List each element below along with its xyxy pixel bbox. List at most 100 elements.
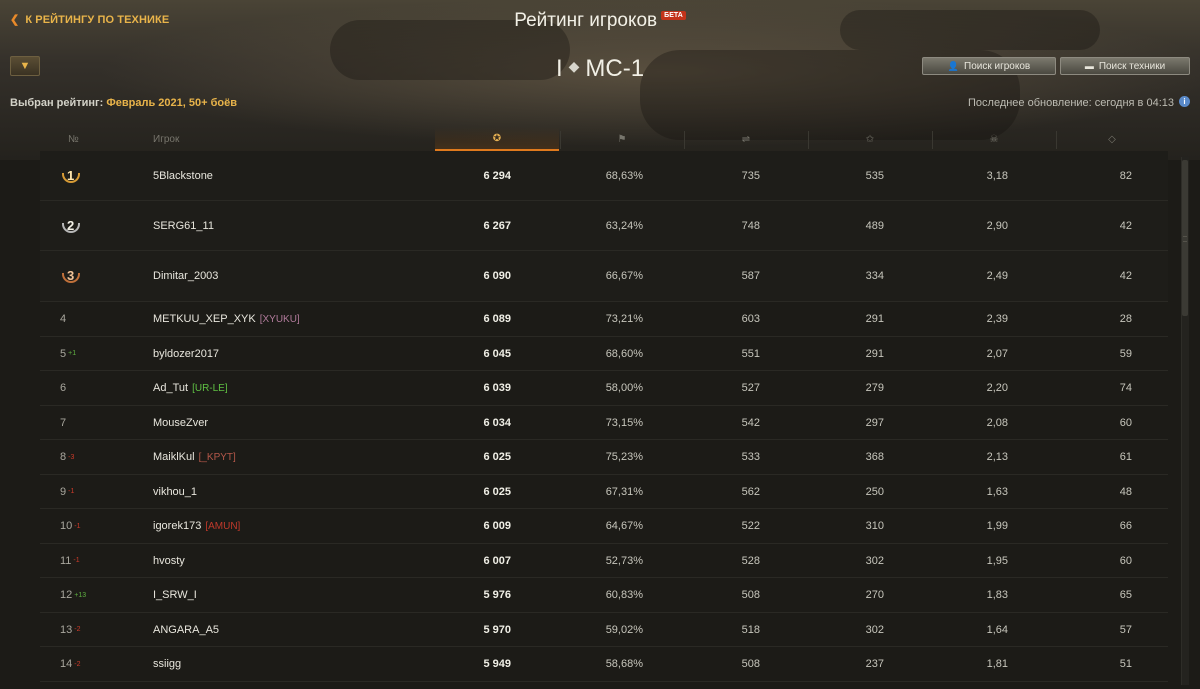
damage-value: 587 <box>741 270 760 282</box>
clan-tag[interactable]: [_KPYT] <box>199 452 236 463</box>
column-damage-sort[interactable]: ⇌ <box>684 127 808 151</box>
rating-value: 6 267 <box>483 219 511 232</box>
rank-cell: 3 <box>60 251 100 301</box>
table-row[interactable]: 4 METKUU_XEP_XYK [XYUKU] 6 089 73,21% 603 291 2… <box>40 302 1168 337</box>
column-rank: № <box>68 133 79 145</box>
spotted-value: 57 <box>1119 623 1132 636</box>
table-row[interactable]: 1 5Blackstone 6 294 68,63% 735 535 3,18 82 <box>40 151 1168 201</box>
rank-cell: 6 <box>60 371 100 405</box>
player-name[interactable]: MaiklKul <box>153 451 195 463</box>
win-rate-value: 68,63% <box>605 169 643 182</box>
table-row[interactable]: 5 +1 byldozer2017 6 045 68,60% 551 291 2,07 59 <box>40 337 1168 371</box>
rating-value: 5 976 <box>483 589 511 601</box>
rank-number: 13 <box>60 623 73 636</box>
player-name[interactable]: ANGARA_A5 <box>153 624 219 636</box>
rating-value: 5 970 <box>483 623 511 636</box>
damage-icon: ⇌ <box>741 133 751 145</box>
rank-cell: 5 +1 <box>60 337 100 370</box>
rank-number: 5 <box>60 347 67 360</box>
win-rate-value: 59,02% <box>605 623 643 636</box>
table-row[interactable]: 8 -3 MaiklKul [_KPYT] 6 025 75,23% 533 368 2,13 6… <box>40 440 1168 475</box>
player-cell: hvosty <box>153 544 473 577</box>
table-row[interactable]: 2 SERG61_11 6 267 63,24% 748 489 2,90 42 <box>40 201 1168 251</box>
table-row[interactable]: 6 Ad_Tut [UR-LE] 6 039 58,00% 527 279 2,20 74 <box>40 371 1168 406</box>
column-rating-sort[interactable]: ✪ <box>435 127 559 151</box>
selected-rating-value[interactable]: Февраль 2021, 50+ боёв <box>106 97 237 109</box>
rank-cell: 12 +13 <box>60 578 100 612</box>
win-rate-value: 73,21% <box>605 313 643 325</box>
rank-medal-icon: 1 <box>62 168 80 184</box>
rank-change: -2 <box>74 660 81 668</box>
spotted-value: 60 <box>1119 554 1132 567</box>
column-wins-sort[interactable]: ⚑ <box>560 127 684 151</box>
star-icon: ✩ <box>865 133 875 145</box>
info-icon[interactable]: i <box>1179 96 1190 107</box>
player-name[interactable]: Dimitar_2003 <box>153 270 218 282</box>
player-name[interactable]: ssiigg <box>153 658 181 670</box>
win-rate-value: 68,60% <box>605 347 643 360</box>
experience-value: 368 <box>865 451 884 463</box>
rating-value: 6 034 <box>483 416 511 429</box>
player-cell: byldozer2017 <box>153 337 473 370</box>
player-name[interactable]: byldozer2017 <box>153 348 219 360</box>
player-name[interactable]: Ad_Tut <box>153 382 188 394</box>
flag-icon: ⚑ <box>617 133 627 145</box>
rank-number: 1 <box>67 167 75 183</box>
frags-value: 2,90 <box>986 219 1008 232</box>
experience-value: 302 <box>865 623 884 636</box>
player-cell: Dimitar_2003 <box>153 251 473 301</box>
clan-tag[interactable]: [AMUN] <box>205 521 240 532</box>
spotted-icon: ◇ <box>1108 133 1116 145</box>
column-player[interactable]: Игрок <box>153 127 353 151</box>
win-rate-value: 58,00% <box>605 382 643 394</box>
clan-tag[interactable]: [XYUKU] <box>260 314 300 325</box>
scrollbar-thumb[interactable] <box>1182 160 1188 316</box>
vehicle-search-button[interactable]: ▬ Поиск техники <box>1060 57 1190 75</box>
frags-value: 2,08 <box>986 416 1008 429</box>
player-name[interactable]: vikhou_1 <box>153 486 197 498</box>
clan-tag[interactable]: [UR-LE] <box>192 383 228 394</box>
player-name[interactable]: igorek173 <box>153 520 201 532</box>
table-row[interactable]: 9 -1 vikhou_1 6 025 67,31% 562 250 1,63 48 <box>40 475 1168 509</box>
spotted-value: 28 <box>1119 313 1132 325</box>
table-row[interactable]: 13 -2 ANGARA_A5 5 970 59,02% 518 302 1,64 57 <box>40 613 1168 647</box>
vehicle-search-label: Поиск техники <box>1098 60 1166 72</box>
player-name[interactable]: I_SRW_I <box>153 589 197 601</box>
column-frags-sort[interactable]: ☠ <box>932 127 1056 151</box>
table-row[interactable]: 14 -2 ssiigg 5 949 58,68% 508 237 1,81 51 <box>40 647 1168 682</box>
experience-value: 291 <box>865 313 884 325</box>
frags-value: 2,07 <box>986 347 1008 360</box>
frags-value: 1,95 <box>986 554 1008 567</box>
player-name[interactable]: 5Blackstone <box>153 170 213 182</box>
column-spotted-sort[interactable]: ◇ <box>1056 127 1168 151</box>
spotted-value: 48 <box>1119 485 1132 498</box>
win-rate-value: 64,67% <box>605 520 643 532</box>
experience-value: 302 <box>865 554 884 567</box>
rank-number: 2 <box>67 217 75 233</box>
rating-value: 6 090 <box>483 270 511 282</box>
rating-value: 6 007 <box>483 554 511 567</box>
spotted-value: 61 <box>1119 451 1132 463</box>
win-rate-value: 60,83% <box>605 589 643 601</box>
frags-value: 1,83 <box>986 589 1008 601</box>
table-row[interactable]: 12 +13 I_SRW_I 5 976 60,83% 508 270 1,83 65 <box>40 578 1168 613</box>
table-header: № Игрок ✪ ⚑ ⇌ ✩ ☠ ◇ <box>40 127 1168 151</box>
table-row[interactable]: 7 MouseZver 6 034 73,15% 542 297 2,08 60 <box>40 406 1168 440</box>
column-experience-sort[interactable]: ✩ <box>808 127 932 151</box>
rank-number: 14 <box>60 658 73 670</box>
spotted-value: 42 <box>1119 219 1132 232</box>
experience-value: 279 <box>865 382 884 394</box>
player-name[interactable]: MouseZver <box>153 417 208 429</box>
player-name[interactable]: SERG61_11 <box>153 220 214 232</box>
player-name[interactable]: hvosty <box>153 555 185 567</box>
player-search-button[interactable]: 👤 Поиск игроков <box>922 57 1056 75</box>
rank-cell: 8 -3 <box>60 440 100 474</box>
table-row[interactable]: 3 Dimitar_2003 6 090 66,67% 587 334 2,49 42 <box>40 251 1168 302</box>
player-cell: 5Blackstone <box>153 151 473 200</box>
player-cell: MaiklKul [_KPYT] <box>153 440 473 474</box>
selected-rating-label: Выбран рейтинг: <box>10 97 104 109</box>
player-name[interactable]: METKUU_XEP_XYK <box>153 313 256 325</box>
table-row[interactable]: 11 -1 hvosty 6 007 52,73% 528 302 1,95 60 <box>40 544 1168 578</box>
table-row[interactable]: 10 -1 igorek173 [AMUN] 6 009 64,67% 522 310 1,99… <box>40 509 1168 544</box>
rank-cell: 13 -2 <box>60 613 100 646</box>
